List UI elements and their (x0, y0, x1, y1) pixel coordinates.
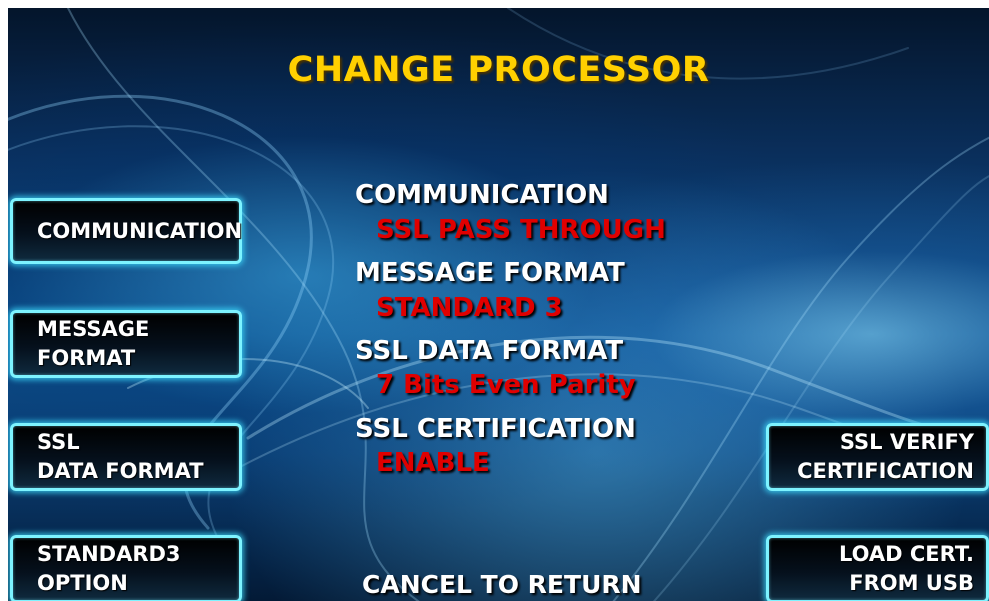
communication-setting-value: SSL PASS THROUGH (376, 215, 666, 245)
message-format-button-label-line2: FORMAT (37, 346, 136, 370)
communication-button[interactable]: COMMUNICATION (10, 198, 242, 264)
standard3-option-button-label-line1: STANDARD3 (37, 542, 181, 566)
load-cert-from-usb-button[interactable]: LOAD CERT. FROM USB (766, 535, 989, 601)
load-cert-from-usb-button-label-line2: FROM USB (849, 571, 974, 595)
ssl-certification-setting-label: SSL CERTIFICATION (355, 414, 636, 444)
ssl-verify-certification-button-label-line2: CERTIFICATION (797, 459, 974, 483)
message-format-button-label-line1: MESSAGE (37, 317, 150, 341)
ssl-data-format-button-label-line1: SSL (37, 430, 80, 454)
atm-screen: CHANGE PROCESSOR COMMUNICATION MESSAGE F… (8, 8, 989, 601)
ssl-data-format-setting-label: SSL DATA FORMAT (355, 336, 624, 366)
standard3-option-button-label-line2: OPTION (37, 571, 128, 595)
communication-setting-label: COMMUNICATION (355, 180, 609, 210)
communication-button-label: COMMUNICATION (37, 218, 243, 243)
page-title: CHANGE PROCESSOR (287, 50, 710, 90)
message-format-setting-label: MESSAGE FORMAT (355, 258, 625, 288)
ssl-certification-setting-value: ENABLE (376, 448, 490, 478)
cancel-instruction: CANCEL TO RETURN (362, 570, 642, 599)
ssl-data-format-button-label-line2: DATA FORMAT (37, 459, 204, 483)
standard3-option-button[interactable]: STANDARD3 OPTION (10, 535, 242, 601)
ssl-data-format-button[interactable]: SSL DATA FORMAT (10, 423, 242, 491)
ssl-data-format-setting-value: 7 Bits Even Parity (376, 370, 636, 400)
load-cert-from-usb-button-label-line1: LOAD CERT. (838, 542, 974, 566)
ssl-verify-certification-button[interactable]: SSL VERIFY CERTIFICATION (766, 423, 989, 491)
ssl-verify-certification-button-label-line1: SSL VERIFY (839, 430, 974, 454)
message-format-button[interactable]: MESSAGE FORMAT (10, 310, 242, 378)
message-format-setting-value: STANDARD 3 (376, 293, 563, 323)
